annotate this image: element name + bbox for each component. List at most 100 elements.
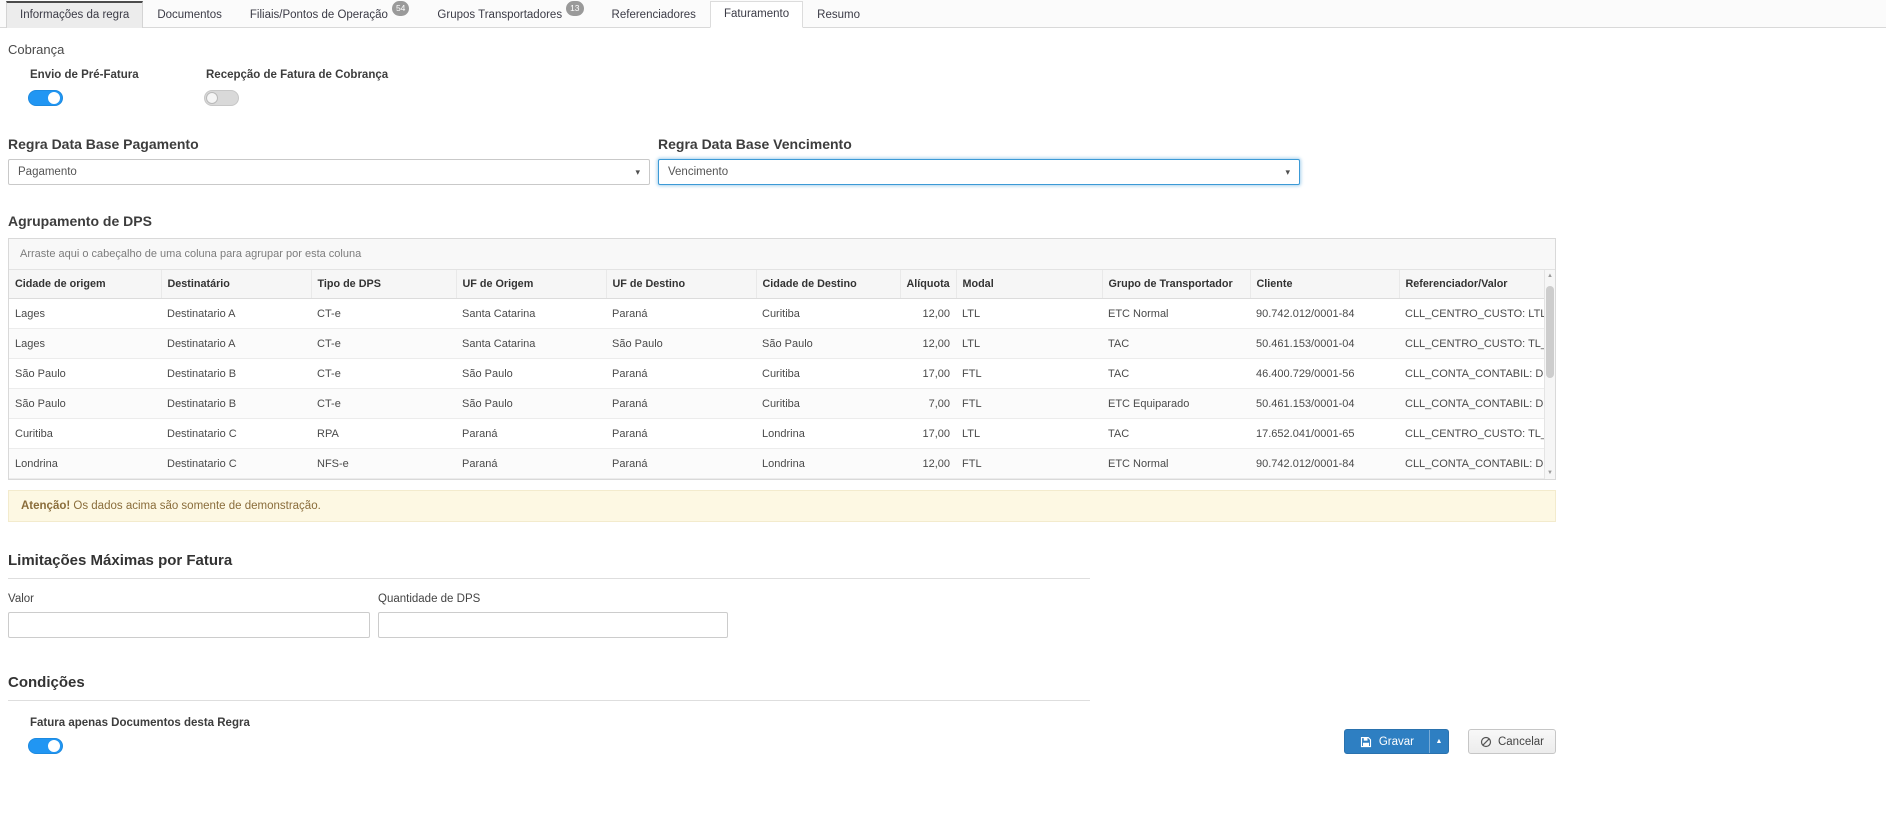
grid-group-drop-zone[interactable]: Arraste aqui o cabeçalho de uma coluna p…	[9, 239, 1555, 270]
toggle-recepcao-fatura-cobranca[interactable]	[204, 90, 239, 106]
tab-referenciadores[interactable]: Referenciadores	[598, 1, 710, 28]
table-cell: 90.742.012/0001-84	[1250, 299, 1399, 329]
section-title-agrupamento-dps: Agrupamento de DPS	[8, 213, 1564, 229]
limitacoes-fields: Valor Quantidade de DPS	[8, 593, 1564, 638]
tab-filiais-pontos-de-operacao[interactable]: Filiais/Pontos de Operação 54	[236, 1, 424, 28]
warning-text: Os dados acima são somente de demonstraç…	[70, 500, 321, 512]
tab-count-badge: 13	[566, 1, 583, 16]
cancel-button[interactable]: Cancelar	[1468, 729, 1556, 754]
tab-grupos-transportadores[interactable]: Grupos Transportadores 13	[423, 1, 597, 28]
grid-vertical-scrollbar[interactable]: ▲ ▼	[1544, 270, 1555, 479]
toggle-fatura-apenas-documentos[interactable]	[28, 738, 63, 754]
field-regra-pagamento: Regra Data Base Pagamento Pagamento ▾	[8, 136, 650, 185]
selected-value: Pagamento	[18, 166, 77, 178]
quantidade-dps-label: Quantidade de DPS	[378, 593, 728, 605]
table-row[interactable]: LondrinaDestinatario CNFS-eParanáParanáL…	[9, 449, 1544, 479]
table-cell: 17.652.041/0001-65	[1250, 419, 1399, 449]
table-cell: Paraná	[606, 449, 756, 479]
tab-label: Filiais/Pontos de Operação	[250, 9, 388, 21]
field-fatura-apenas-documentos: Fatura apenas Documentos desta Regra	[8, 717, 250, 754]
tab-label: Faturamento	[724, 8, 789, 20]
tab-label: Documentos	[157, 9, 222, 21]
column-header[interactable]: UF de Destino	[606, 270, 756, 299]
tab-count-badge: 54	[392, 1, 409, 16]
table-cell: Curitiba	[756, 389, 900, 419]
table-row[interactable]: LagesDestinatario ACT-eSanta CatarinaPar…	[9, 299, 1544, 329]
table-cell: Londrina	[756, 419, 900, 449]
table-row[interactable]: LagesDestinatario ACT-eSanta CatarinaSão…	[9, 329, 1544, 359]
toggle-envio-pre-fatura[interactable]	[28, 90, 63, 106]
tab-label: Resumo	[817, 9, 860, 21]
select-regra-data-base-pagamento[interactable]: Pagamento ▾	[8, 159, 650, 185]
table-row[interactable]: São PauloDestinatario BCT-eSão PauloPara…	[9, 359, 1544, 389]
valor-input[interactable]	[8, 612, 370, 638]
table-row[interactable]: CuritibaDestinatario CRPAParanáParanáLon…	[9, 419, 1544, 449]
tab-resumo[interactable]: Resumo	[803, 1, 874, 28]
table-cell: FTL	[956, 389, 1102, 419]
quantidade-dps-input[interactable]	[378, 612, 728, 638]
table-cell: Santa Catarina	[456, 329, 606, 359]
grid-scroll-area: Cidade de origemDestinatárioTipo de DPSU…	[9, 270, 1555, 479]
cobranca-toggles: Envio de Pré-Fatura Recepção de Fatura d…	[8, 69, 1564, 106]
select-regra-data-base-vencimento[interactable]: Vencimento ▾	[658, 159, 1300, 185]
tab-label: Informações da regra	[20, 9, 129, 21]
billing-rule-page: Informações da regra Documentos Filiais/Po…	[0, 0, 1886, 754]
table-cell: CLL_CENTRO_CUSTO: TL_DIST	[1399, 329, 1544, 359]
table-cell: Curitiba	[756, 359, 900, 389]
table-cell: 17,00	[900, 419, 956, 449]
column-header[interactable]: Alíquota	[900, 270, 956, 299]
table-cell: Destinatario B	[161, 359, 311, 389]
column-header[interactable]: Grupo de Transportador	[1102, 270, 1250, 299]
tab-label: Grupos Transportadores	[437, 9, 562, 21]
field-label-recepcao-fatura: Recepção de Fatura de Cobrança	[206, 69, 382, 81]
save-dropdown-arrow[interactable]: ▲	[1429, 730, 1448, 753]
save-split-button: Gravar ▲	[1344, 729, 1449, 754]
column-header[interactable]: Referenciador/Valor	[1399, 270, 1544, 299]
toggle-knob	[48, 740, 60, 752]
table-cell: 12,00	[900, 329, 956, 359]
table-cell: FTL	[956, 359, 1102, 389]
table-row[interactable]: São PauloDestinatario BCT-eSão PauloPara…	[9, 389, 1544, 419]
dps-grid: Arraste aqui o cabeçalho de uma coluna p…	[8, 238, 1556, 480]
save-icon	[1360, 736, 1372, 748]
table-cell: Curitiba	[9, 419, 161, 449]
table-cell: Santa Catarina	[456, 299, 606, 329]
scroll-down-arrow[interactable]: ▼	[1545, 467, 1555, 479]
table-cell: CT-e	[311, 329, 456, 359]
tab-bar: Informações da regra Documentos Filiais/Po…	[0, 0, 1886, 28]
table-cell: ETC Equiparado	[1102, 389, 1250, 419]
tab-documentos[interactable]: Documentos	[143, 1, 236, 28]
table-cell: 90.742.012/0001-84	[1250, 449, 1399, 479]
column-header[interactable]: Cidade de Destino	[756, 270, 900, 299]
table-cell: Curitiba	[756, 299, 900, 329]
tab-faturamento[interactable]: Faturamento	[710, 1, 803, 28]
column-header[interactable]: Tipo de DPS	[311, 270, 456, 299]
table-cell: NFS-e	[311, 449, 456, 479]
table-cell: São Paulo	[456, 359, 606, 389]
table-cell: FTL	[956, 449, 1102, 479]
save-button[interactable]: Gravar	[1345, 730, 1429, 753]
column-header[interactable]: Modal	[956, 270, 1102, 299]
table-cell: Paraná	[456, 449, 606, 479]
column-header[interactable]: Cidade de origem	[9, 270, 161, 299]
table-cell: 12,00	[900, 299, 956, 329]
section-title-cobranca: Cobrança	[8, 42, 1564, 57]
column-header[interactable]: Destinatário	[161, 270, 311, 299]
table-cell: CLL_CONTA_CONTABIL: DEPART_B	[1399, 389, 1544, 419]
column-header[interactable]: Cliente	[1250, 270, 1399, 299]
scroll-up-arrow[interactable]: ▲	[1545, 270, 1555, 282]
field-label-envio-pre-fatura: Envio de Pré-Fatura	[30, 69, 206, 81]
dps-grid-header-row: Cidade de origemDestinatárioTipo de DPSU…	[9, 270, 1544, 299]
toggle-knob	[48, 92, 60, 104]
column-header[interactable]: UF de Origem	[456, 270, 606, 299]
table-cell: LTL	[956, 299, 1102, 329]
cancel-button-label: Cancelar	[1498, 736, 1544, 748]
tab-informacoes-da-regra[interactable]: Informações da regra	[6, 1, 143, 28]
scroll-thumb[interactable]	[1546, 286, 1554, 378]
table-cell: CLL_CENTRO_CUSTO: LTL_DIST	[1399, 299, 1544, 329]
field-valor: Valor	[8, 593, 370, 638]
field-envio-pre-fatura: Envio de Pré-Fatura	[30, 69, 206, 106]
table-cell: São Paulo	[756, 329, 900, 359]
table-cell: Lages	[9, 299, 161, 329]
chevron-down-icon: ▾	[1285, 167, 1290, 178]
